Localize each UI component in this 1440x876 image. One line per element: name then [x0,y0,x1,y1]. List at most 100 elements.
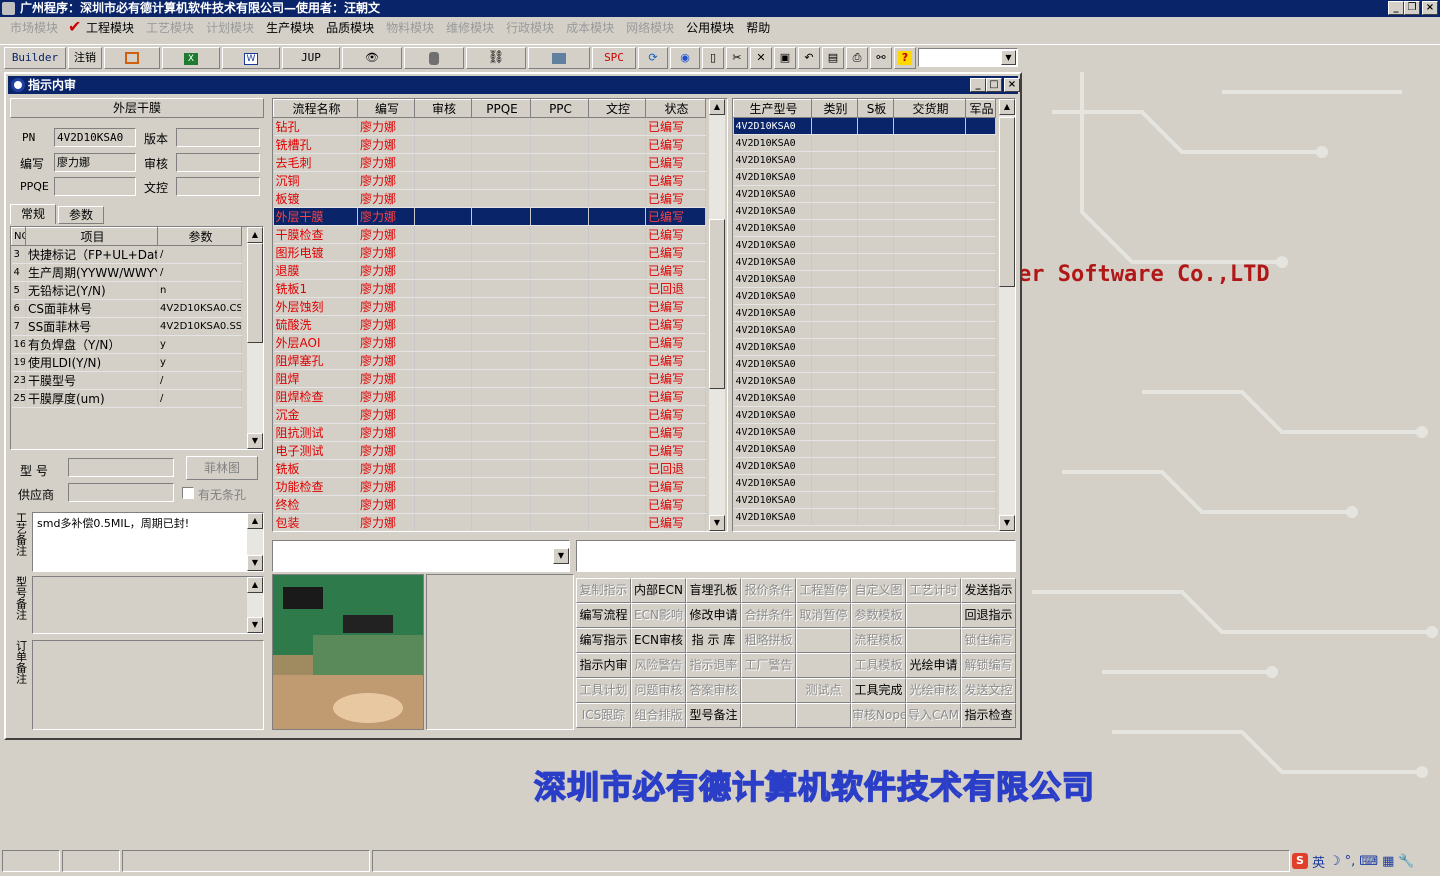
close-button[interactable]: × [1422,1,1438,15]
action-button[interactable]: 导入CAM [906,703,961,728]
table-row[interactable]: 沉金 廖力娜 已编写 [273,405,706,424]
window-close-button[interactable]: × [1004,78,1020,92]
col-header[interactable]: 编写 [357,99,415,118]
col-header[interactable]: 生产型号 [733,99,812,118]
scroll-thumb[interactable] [247,243,263,343]
action-button[interactable]: 指 示 库 [686,628,741,653]
scroll-thumb[interactable] [999,117,1015,287]
col-header[interactable]: S板 [857,99,894,118]
table-row[interactable]: 4V2D10KSA0 [733,406,996,424]
table-row[interactable]: 沉铜 廖力娜 已编写 [273,171,706,190]
logout-button[interactable]: 注销 [68,47,102,69]
scroll-thumb[interactable] [709,219,725,389]
table-row[interactable]: 终检 廖力娜 已编写 [273,495,706,514]
table-row[interactable]: 23 干膜型号 / [11,371,242,390]
table-row[interactable]: 4V2D10KSA0 [733,134,996,152]
col-header[interactable]: 类别 [811,99,858,118]
scroll-up-icon[interactable]: ▲ [999,99,1015,115]
table-row[interactable]: 4V2D10KSA0 [733,236,996,254]
process-combo[interactable]: ▼ [272,540,570,572]
menu-item[interactable]: 帮助 [740,19,776,36]
tab-general[interactable]: 常规 [10,204,56,224]
action-button[interactable]: 组合排版 [631,703,686,728]
table-row[interactable]: 4V2D10KSA0 [733,440,996,458]
table-row[interactable]: 4V2D10KSA0 [733,304,996,322]
action-button[interactable] [906,628,961,653]
action-button[interactable] [906,603,961,628]
action-button[interactable]: 回退指示 [961,603,1016,628]
menu-item[interactable]: 市场模块 [4,19,64,36]
craft-note-text[interactable]: smd多补偿0.5MIL，周期已封! ▲ ▼ [32,512,264,572]
refresh-button[interactable]: ⟳ [638,47,668,69]
table-row[interactable]: 4V2D10KSA0 [733,270,996,288]
network-button[interactable]: ⛓ [466,47,526,69]
word-button[interactable]: W [222,47,280,69]
action-button[interactable] [796,628,851,653]
table-row[interactable]: 铣板 廖力娜 已回退 [273,459,706,478]
table-row[interactable]: 4V2D10KSA0 [733,117,996,135]
table-row[interactable]: 电子测试 廖力娜 已编写 [273,441,706,460]
action-button[interactable]: 型号备注 [686,703,741,728]
table-row[interactable]: 4V2D10KSA0 [733,491,996,509]
menu-item[interactable]: 维修模块 [440,19,500,36]
table-row[interactable]: 5 无铅标记(Y/N) n [11,281,242,300]
scroll-up-icon[interactable]: ▲ [709,99,725,115]
action-button[interactable]: 流程模板 [851,628,906,653]
doc-control-field[interactable] [176,177,260,196]
action-button[interactable]: 工具完成 [851,678,906,703]
scroll-down-icon[interactable]: ▼ [999,515,1015,531]
action-button[interactable]: 工厂警告 [741,653,796,678]
version-field[interactable] [176,128,260,147]
undo-button[interactable]: ↶ [798,47,820,69]
powerpoint-button[interactable] [104,47,160,69]
menu-item[interactable]: ✔ 工程模块 [64,17,140,36]
scroll-down-icon[interactable]: ▼ [709,515,725,531]
action-button[interactable]: 粗略拼板 [741,628,796,653]
new-file-button[interactable]: ▯ [702,47,724,69]
table-row[interactable]: 4V2D10KSA0 [733,474,996,492]
menu-item[interactable]: 公用模块 [680,19,740,36]
action-button[interactable]: 内部ECN [631,578,686,603]
menu-item[interactable]: 成本模块 [560,19,620,36]
col-header[interactable]: PPC [530,99,589,118]
menu-item[interactable]: 工艺模块 [140,19,200,36]
jup-button[interactable]: JUP [282,47,340,69]
menu-item[interactable]: 品质模块 [320,19,380,36]
print-button[interactable]: ⎙ [846,47,868,69]
process-scrollbar[interactable]: ▲ ▼ [709,99,725,531]
action-button[interactable]: 指示检查 [961,703,1016,728]
action-button[interactable]: 工艺计时 [906,578,961,603]
table-row[interactable]: 6 CS面菲林号 4V2D10KSA0.CS [11,299,242,318]
table-row[interactable]: 4V2D10KSA0 [733,338,996,356]
table-row[interactable]: 退膜 廖力娜 已编写 [273,261,706,280]
action-button[interactable]: 工具计划 [576,678,631,703]
chevron-down-icon[interactable]: ▼ [1001,50,1016,65]
action-button[interactable]: 风险警告 [631,653,686,678]
punctuation-icon[interactable]: °, [1345,854,1356,869]
table-row[interactable]: 4V2D10KSA0 [733,151,996,169]
action-button[interactable]: 报价条件 [741,578,796,603]
model-note-text[interactable]: ▲ ▼ [32,576,264,634]
col-header[interactable]: PPQE [471,99,531,118]
action-button[interactable] [741,678,796,703]
table-row[interactable]: 阻抗测试 廖力娜 已编写 [273,423,706,442]
help-button[interactable]: ? [894,47,916,69]
pn-field[interactable]: 4V2D10KSA0 [54,128,136,147]
table-row[interactable]: 7 SS面菲林号 4V2D10KSA0.SS [11,317,242,336]
action-button[interactable]: 发送文控 [961,678,1016,703]
action-button[interactable]: 光绘审核 [906,678,961,703]
cut-button[interactable]: ✂ [726,47,748,69]
table-row[interactable]: 3快捷标记（FP+UL+DateC/ [11,245,242,264]
params-scrollbar[interactable]: ▲ ▼ [247,227,263,449]
menu-item[interactable]: 网络模块 [620,19,680,36]
table-row[interactable]: 4V2D10KSA0 [733,457,996,475]
action-button[interactable]: 发送指示 [961,578,1016,603]
tab-params[interactable]: 参数 [58,206,104,224]
action-button[interactable]: 取消暂停 [796,603,851,628]
keyboard-icon[interactable]: ⌨ [1359,854,1378,869]
action-button[interactable]: 修改申请 [686,603,741,628]
action-button[interactable]: 指示退率 [686,653,741,678]
table-row[interactable]: 4V2D10KSA0 [733,168,996,186]
scroll-down-icon[interactable]: ▼ [247,433,263,449]
action-button[interactable]: 光绘申请 [906,653,961,678]
